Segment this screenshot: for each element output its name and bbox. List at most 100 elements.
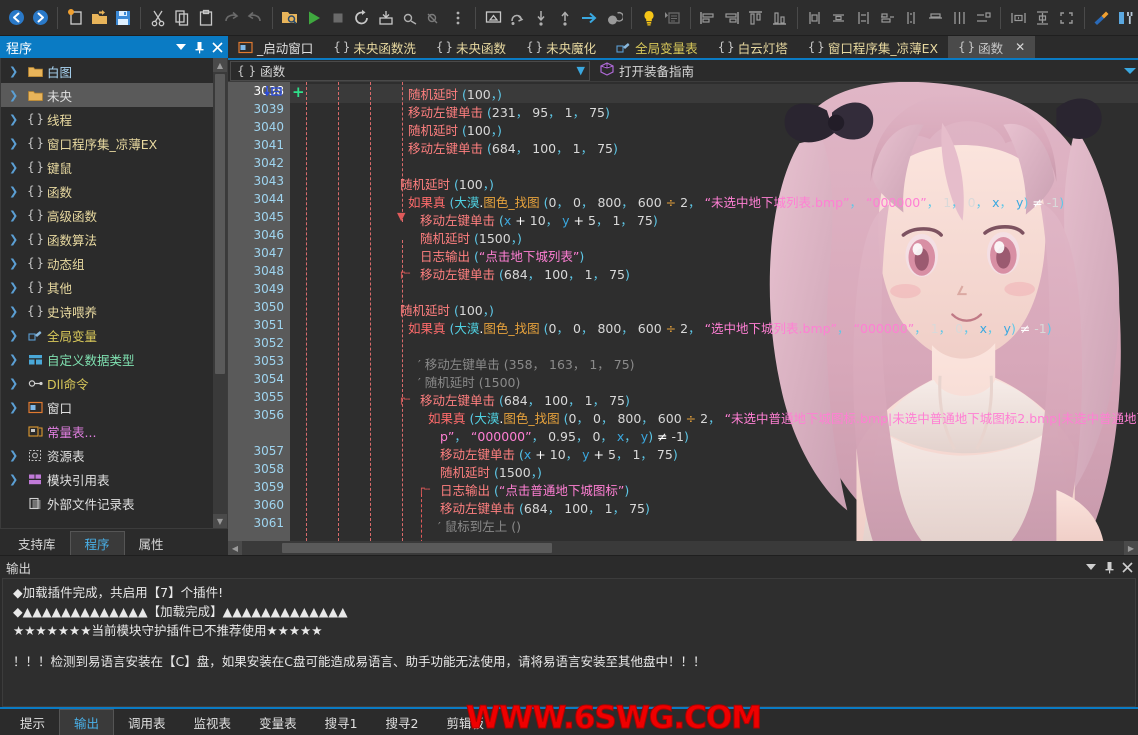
tree-expander-icon[interactable]: ❯ bbox=[9, 257, 25, 270]
align-bottom-icon[interactable] bbox=[769, 4, 791, 32]
debug-options-icon[interactable] bbox=[447, 4, 469, 32]
tree-expander-icon[interactable]: ❯ bbox=[9, 449, 25, 462]
home-icon[interactable] bbox=[482, 4, 504, 32]
code-line[interactable]: 日志输出 (“点击普通地下城图标”) bbox=[440, 480, 629, 499]
tree-expander-icon[interactable]: ❯ bbox=[9, 65, 25, 78]
editor-tab-3[interactable]: { } 未央魔化 bbox=[516, 36, 606, 58]
breakpoint-clear-icon[interactable] bbox=[423, 4, 445, 32]
hscroll-track[interactable] bbox=[242, 541, 1124, 555]
code-line[interactable]: 随机延时 (100，) bbox=[400, 174, 494, 193]
copy-icon[interactable] bbox=[171, 4, 193, 32]
output-log[interactable]: ◆加载插件完成，共启用【7】个插件! ◆▲▲▲▲▲▲▲▲▲▲▲▲▲【加载完成】▲▲… bbox=[2, 578, 1136, 707]
tree-expander-icon[interactable]: ❯ bbox=[9, 209, 25, 222]
code-line[interactable]: 移动左键单击 (x + 10， y + 5， 1， 75) bbox=[440, 444, 678, 463]
panel-close-icon[interactable] bbox=[208, 37, 226, 57]
hscroll-thumb[interactable] bbox=[282, 543, 552, 553]
step-out-icon[interactable] bbox=[554, 4, 576, 32]
align-right-icon[interactable] bbox=[721, 4, 743, 32]
editor-tab-7[interactable]: { } 函数 ✕ bbox=[948, 36, 1036, 58]
tree-item-18[interactable]: 外部文件记录表 bbox=[1, 491, 213, 515]
tree-item-3[interactable]: ❯{ } 窗口程序集_凉薄EX bbox=[1, 131, 213, 155]
code-line[interactable]: 随机延时 (100，) bbox=[408, 120, 502, 139]
code-canvas[interactable]: ▼ ▼ ┌-- ┌-- ┌-- bbox=[290, 82, 1138, 541]
tree-expander-icon[interactable]: ❯ bbox=[9, 353, 25, 366]
output-tab-3[interactable]: 监视表 bbox=[180, 709, 246, 735]
tree-expander-icon[interactable]: ❯ bbox=[9, 89, 25, 102]
code-line[interactable]: 移动左键单击 (684， 100， 1， 75) bbox=[408, 138, 618, 157]
tree-expander-icon[interactable]: ❯ bbox=[9, 377, 25, 390]
scroll-up-icon[interactable]: ▲ bbox=[213, 58, 227, 72]
fit-size-icon[interactable] bbox=[1056, 4, 1078, 32]
code-line[interactable]: 如果真 (大漠.图色_找图 (0， 0， 800， 600 ÷ 2， “未选中普… bbox=[428, 408, 1138, 427]
tree-expander-icon[interactable]: ❯ bbox=[9, 401, 25, 414]
output-tab-4[interactable]: 变量表 bbox=[245, 709, 311, 735]
output-tab-1[interactable]: 输出 bbox=[59, 709, 115, 735]
tree-item-10[interactable]: ❯{ } 史诗喂养 bbox=[1, 299, 213, 323]
scroll-right-icon[interactable]: ▶ bbox=[1124, 541, 1138, 555]
code-line[interactable]: 如果真 (大漠.图色_找图 (0， 0， 800， 600 ÷ 2， “未选中地… bbox=[408, 192, 1064, 211]
cut-icon[interactable] bbox=[147, 4, 169, 32]
program-tree[interactable]: ❯ 白图 ❯ 未央 ❯{ } 线程 ❯{ } 窗口程序集_凉薄EX ❯{ } 键鼠 ❯{ } 函数 ❯{… bbox=[1, 58, 213, 528]
tree-item-17[interactable]: ❯ 模块引用表 bbox=[1, 467, 213, 491]
tree-item-5[interactable]: ❯{ } 函数 bbox=[1, 179, 213, 203]
color-picker-icon[interactable] bbox=[1091, 4, 1113, 32]
scroll-left-icon[interactable]: ◀ bbox=[228, 541, 242, 555]
tree-expander-icon[interactable]: ❯ bbox=[9, 281, 25, 294]
output-pin-icon[interactable] bbox=[1100, 557, 1118, 577]
tree-scrollbar[interactable]: ▲ ▼ bbox=[213, 58, 227, 528]
run-to-cursor-icon[interactable] bbox=[578, 4, 600, 32]
panel-pin-icon[interactable] bbox=[190, 37, 208, 57]
open-guide-button[interactable]: 打开装备指南 bbox=[590, 61, 694, 80]
find-in-folder-icon[interactable] bbox=[279, 4, 301, 32]
code-line[interactable]: 移动左键单击 (x + 10， y + 5， 1， 75) bbox=[420, 210, 658, 229]
open-file-icon[interactable] bbox=[88, 4, 110, 32]
code-line[interactable]: 随机延时 (100，) bbox=[400, 300, 494, 319]
output-close-icon[interactable] bbox=[1118, 557, 1136, 577]
tree-item-14[interactable]: ❯ 窗口 bbox=[1, 395, 213, 419]
left-tab-2[interactable]: 属性 bbox=[125, 531, 178, 555]
tree-expander-icon[interactable]: ❯ bbox=[9, 161, 25, 174]
nav-back-icon[interactable] bbox=[5, 4, 27, 32]
scroll-thumb[interactable] bbox=[215, 74, 225, 374]
lightbulb-icon[interactable] bbox=[638, 4, 660, 32]
code-line[interactable]: 移动左键单击 (684， 100， 1， 75) bbox=[420, 390, 630, 409]
tree-item-7[interactable]: ❯{ } 函数算法 bbox=[1, 227, 213, 251]
editor-tab-0[interactable]: _启动窗口 bbox=[228, 36, 323, 58]
compile-icon[interactable] bbox=[375, 4, 397, 32]
scroll-down-icon[interactable]: ▼ bbox=[213, 514, 227, 528]
code-line[interactable]: 日志输出 (“点击地下城列表”) bbox=[420, 246, 584, 265]
tree-item-4[interactable]: ❯{ } 键鼠 bbox=[1, 155, 213, 179]
editor-tab-2[interactable]: { } 未央函数 bbox=[426, 36, 516, 58]
center-form-icon[interactable] bbox=[1031, 4, 1053, 32]
run-icon[interactable] bbox=[303, 4, 325, 32]
editor-tab-4[interactable]: 全局变量表 bbox=[606, 36, 708, 58]
tree-item-6[interactable]: ❯{ } 高级函数 bbox=[1, 203, 213, 227]
tree-item-9[interactable]: ❯{ } 其他 bbox=[1, 275, 213, 299]
undo-icon[interactable] bbox=[244, 4, 266, 32]
code-line[interactable]: 随机延时 (1500，) bbox=[420, 228, 522, 247]
tab-close-icon[interactable]: ✕ bbox=[1015, 40, 1025, 54]
output-tab-7[interactable]: 剪辑板 bbox=[432, 709, 498, 735]
code-line[interactable]: p”， “000000”， 0.95， 0， x， y) ≠ -1) bbox=[440, 426, 689, 445]
add-statement-icon[interactable]: + bbox=[292, 83, 305, 101]
code-line[interactable]: ′ 随机延时 (1500) bbox=[418, 372, 520, 391]
tree-expander-icon[interactable]: ❯ bbox=[9, 233, 25, 246]
restart-icon[interactable] bbox=[351, 4, 373, 32]
redo-icon[interactable] bbox=[220, 4, 242, 32]
left-tab-0[interactable]: 支持库 bbox=[4, 531, 70, 555]
tree-item-13[interactable]: ❯ Dll命令 bbox=[1, 371, 213, 395]
left-tab-1[interactable]: 程序 bbox=[69, 531, 125, 555]
tree-item-0[interactable]: ❯ 白图 bbox=[1, 59, 213, 83]
tree-item-11[interactable]: ❯ 全局变量 bbox=[1, 323, 213, 347]
tree-item-1[interactable]: ❯ 未央 bbox=[1, 83, 213, 107]
lock-controls-icon[interactable] bbox=[1007, 4, 1029, 32]
step-into-icon[interactable] bbox=[530, 4, 552, 32]
step-over-icon[interactable] bbox=[506, 4, 528, 32]
nav-forward-icon[interactable] bbox=[29, 4, 51, 32]
output-dropdown-icon[interactable] bbox=[1082, 557, 1100, 577]
chevron-down-icon[interactable]: ▼ bbox=[577, 64, 585, 77]
code-line[interactable]: 随机延时 (1500，) bbox=[440, 462, 542, 481]
align-left-icon[interactable] bbox=[697, 4, 719, 32]
distribute-h-icon[interactable] bbox=[924, 4, 946, 32]
same-width-icon[interactable] bbox=[804, 4, 826, 32]
